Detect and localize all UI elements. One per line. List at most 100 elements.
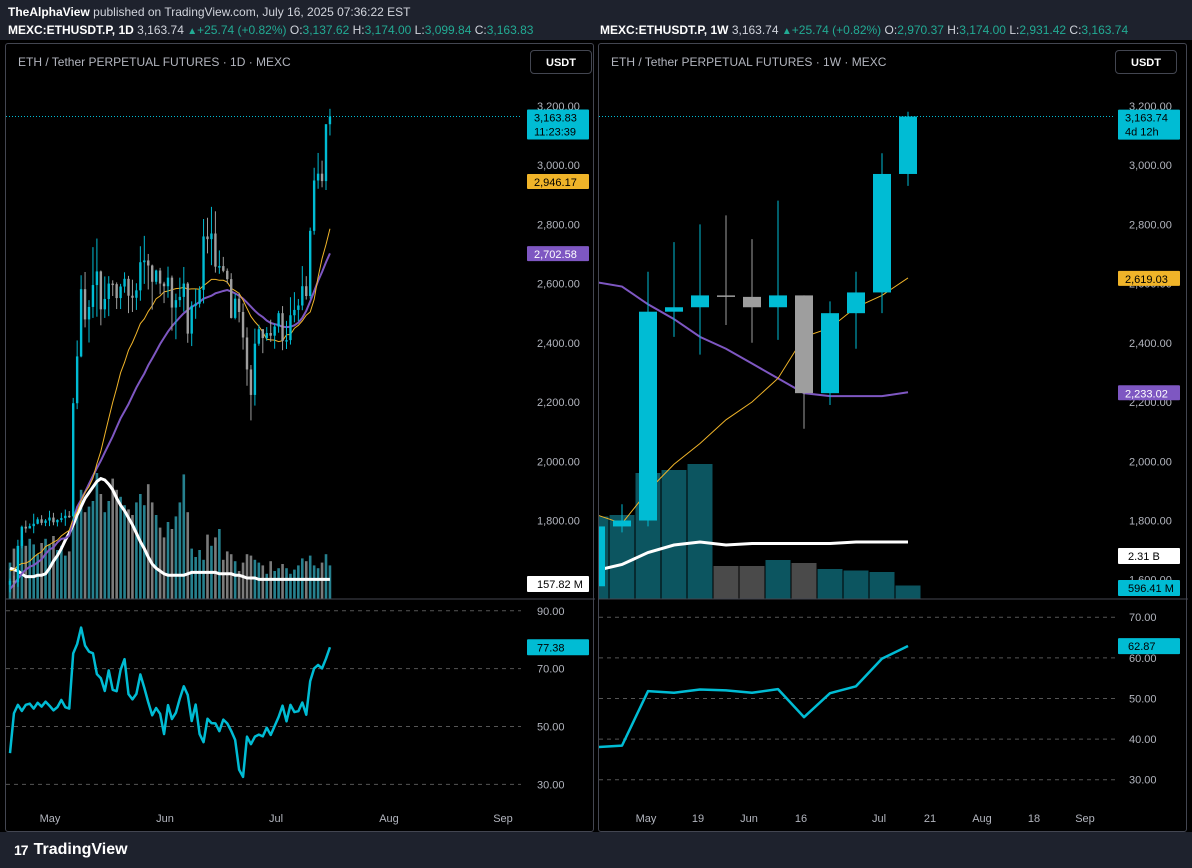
volume-bar xyxy=(182,474,186,599)
volume-bar xyxy=(261,565,265,599)
candle-body xyxy=(52,517,55,523)
currency-button[interactable]: USDT xyxy=(1115,50,1177,74)
volume-bar xyxy=(791,563,817,599)
volume-bar xyxy=(765,560,791,599)
volume-bar xyxy=(293,569,296,599)
chart-canvas-daily[interactable]: 1,600.001,800.002,000.002,200.002,400.00… xyxy=(6,44,595,833)
candle-body xyxy=(8,580,12,585)
candle-body xyxy=(328,116,332,125)
ticker-open-label: O: xyxy=(289,23,303,37)
price-badge-label: 2,946.17 xyxy=(534,177,577,189)
candle-body xyxy=(309,230,312,296)
candle-body xyxy=(297,305,300,310)
rsi-tick-label: 30.00 xyxy=(537,779,565,791)
ticker-close-label: C: xyxy=(1069,23,1082,37)
candle-body xyxy=(665,307,683,312)
candle-body xyxy=(261,329,264,339)
volume-bar xyxy=(281,564,284,599)
candle-body xyxy=(218,266,221,268)
chart-panel-daily[interactable]: 1,600.001,800.002,000.002,200.002,400.00… xyxy=(5,43,595,833)
ticker-high: 3,174.00 xyxy=(959,23,1006,37)
header-bar: TheAlphaView published on TradingView.co… xyxy=(0,0,1192,40)
chart-title: ETH / Tether PERPETUAL FUTURES · 1W · ME… xyxy=(611,55,887,69)
ticker-high: 3,174.00 xyxy=(364,23,412,37)
volume-bar xyxy=(265,573,269,599)
price-tick-label: 2,600.00 xyxy=(537,279,580,291)
candle-body xyxy=(79,289,83,357)
candle-body xyxy=(111,283,114,286)
candle-body xyxy=(119,286,122,299)
volume-bar xyxy=(28,538,32,599)
price-badge-label: 2,619.03 xyxy=(1125,274,1168,286)
volume-bar xyxy=(661,470,687,599)
candle-body xyxy=(40,519,43,523)
tradingview-logo[interactable]: 17 TradingView xyxy=(14,841,128,859)
volume-bar xyxy=(273,571,276,599)
volume-bar xyxy=(170,529,174,599)
candle-body xyxy=(599,526,605,587)
chart-canvas-weekly[interactable]: 1,600.001,800.002,000.002,200.002,400.00… xyxy=(599,44,1188,833)
candle-body xyxy=(316,173,320,181)
candle-body xyxy=(16,545,20,583)
candle-body xyxy=(139,262,142,291)
ticker-close: 3,163.74 xyxy=(1081,23,1129,37)
candle-body xyxy=(293,309,296,316)
candle-body xyxy=(162,283,166,287)
ticker-low-label: L: xyxy=(414,23,425,37)
volume-bar xyxy=(324,554,328,599)
up-triangle-icon: ▲ xyxy=(187,26,198,37)
candle-body xyxy=(639,311,657,521)
candle-body xyxy=(265,333,268,339)
time-axis-label: 16 xyxy=(795,813,807,825)
candle-body xyxy=(202,236,205,290)
candle-body xyxy=(178,296,182,301)
volume-bar xyxy=(739,566,765,599)
ticker-last: 3,163.74 xyxy=(731,23,779,37)
volume-bar xyxy=(895,585,921,599)
candle-body xyxy=(285,340,288,342)
candle-body xyxy=(151,265,154,282)
candle-body xyxy=(60,518,63,520)
volume-bar xyxy=(241,562,245,599)
time-axis-label: May xyxy=(40,813,61,825)
currency-button[interactable]: USDT xyxy=(530,50,592,74)
volume-bar xyxy=(166,522,170,599)
volume-bar xyxy=(277,568,280,599)
rsi-line xyxy=(8,626,332,779)
ticker-line-left: MEXC:ETHUSDT.P, 1D 3,163.74 ▲+25.74 (+0.… xyxy=(8,23,533,37)
candle-body xyxy=(873,173,891,293)
candle-body xyxy=(214,233,217,267)
volume-ma-label: 157.82 M xyxy=(537,579,583,591)
volume-bar xyxy=(713,566,739,599)
volume-bar xyxy=(158,527,162,599)
publish-info: published on TradingView.com, July 16, 2… xyxy=(93,5,411,19)
volume-bar xyxy=(87,506,91,599)
volume-bar xyxy=(103,512,107,599)
candle-body xyxy=(795,295,813,394)
volume-bar xyxy=(218,529,221,599)
candle-body xyxy=(147,260,150,266)
volume-ma-label: 2.31 B xyxy=(1128,551,1160,563)
chart-panel-weekly[interactable]: 1,600.001,800.002,000.002,200.002,400.00… xyxy=(598,43,1188,833)
time-axis-label: Sep xyxy=(493,813,513,825)
rsi-line xyxy=(599,644,909,749)
price-tick-label: 2,800.00 xyxy=(537,219,580,231)
candle-body xyxy=(143,260,146,263)
candle-body xyxy=(257,329,261,344)
candle-body xyxy=(158,270,162,284)
volume-bar xyxy=(186,512,190,599)
candle-body xyxy=(613,520,631,527)
volume-bar xyxy=(12,548,16,599)
ticker-open: 2,970.37 xyxy=(897,23,944,37)
candle-body xyxy=(186,283,189,334)
volume-bar xyxy=(146,484,150,599)
candle-body xyxy=(253,343,257,395)
footer-bar: 17 TradingView xyxy=(0,832,1192,868)
volume-bar xyxy=(194,557,197,599)
ticker-low: 2,931.42 xyxy=(1019,23,1067,37)
candle-body xyxy=(301,286,304,306)
price-tick-label: 2,800.00 xyxy=(1129,219,1172,231)
up-triangle-icon: ▲ xyxy=(781,26,792,37)
author-name[interactable]: TheAlphaView xyxy=(8,5,90,19)
rsi-tick-label: 40.00 xyxy=(1129,734,1157,746)
